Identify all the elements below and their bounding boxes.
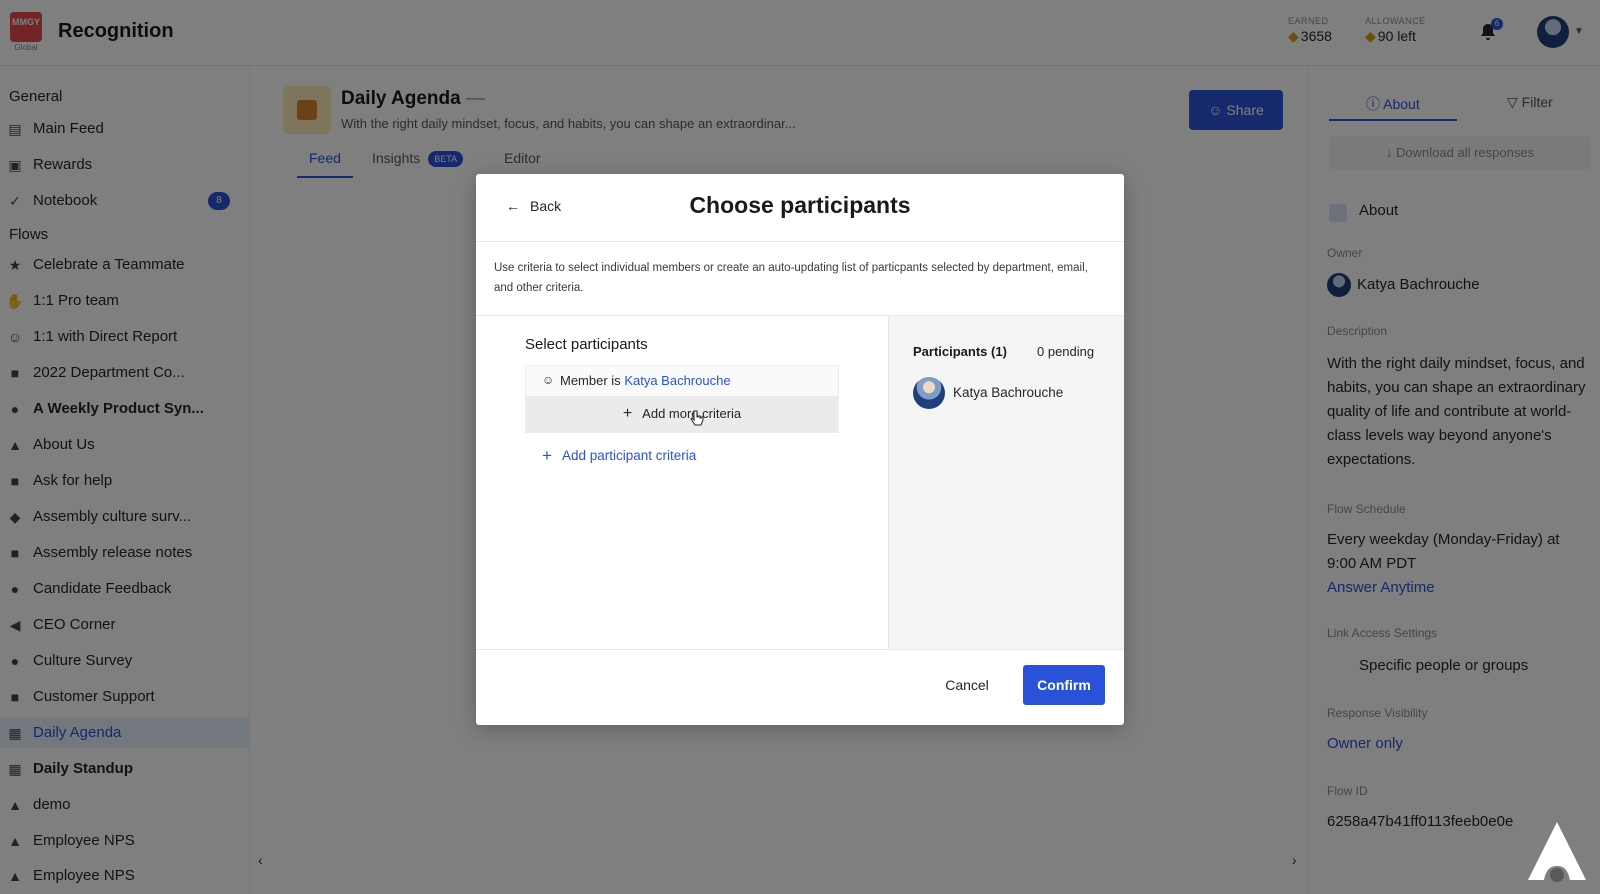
person-icon: ☺ [542, 373, 555, 387]
modal-description: Use criteria to select individual member… [494, 262, 1088, 294]
participants-count: Participants (1) [913, 344, 1007, 359]
participant-avatar [913, 377, 945, 409]
choose-participants-modal: ← Back Choose participants Use criteria t… [476, 174, 1124, 725]
add-more-criteria-button[interactable]: + Add more criteria [526, 396, 838, 432]
plus-icon: + [622, 405, 633, 422]
confirm-button[interactable]: Confirm [1023, 665, 1105, 705]
criteria-member-link[interactable]: Katya Bachrouche [624, 373, 730, 388]
add-participant-criteria-button[interactable]: + Add participant criteria [542, 446, 696, 466]
cancel-button[interactable]: Cancel [936, 665, 998, 705]
modal-body: Select participants ☺ Member is Katya Ba… [476, 315, 1124, 650]
pending-count: 0 pending [1037, 344, 1095, 359]
participant-name: Katya Bachrouche [953, 385, 1064, 400]
hand-cursor-icon [690, 410, 704, 428]
participants-panel: Participants (1) 0 pending Katya Bachrou… [888, 316, 1124, 649]
modal-title: Choose participants [689, 192, 911, 218]
modal-header: ← Back Choose participants [476, 174, 1124, 242]
participant-item: Katya Bachrouche [913, 377, 1113, 409]
assembly-logo-icon [1526, 820, 1588, 884]
select-participants-panel: Select participants ☺ Member is Katya Ba… [476, 316, 888, 649]
criteria-row[interactable]: ☺ Member is Katya Bachrouche [526, 366, 838, 396]
plus-icon: + [542, 446, 552, 465]
criteria-group: ☺ Member is Katya Bachrouche + Add more c… [525, 365, 839, 433]
select-participants-title: Select participants [525, 336, 648, 353]
